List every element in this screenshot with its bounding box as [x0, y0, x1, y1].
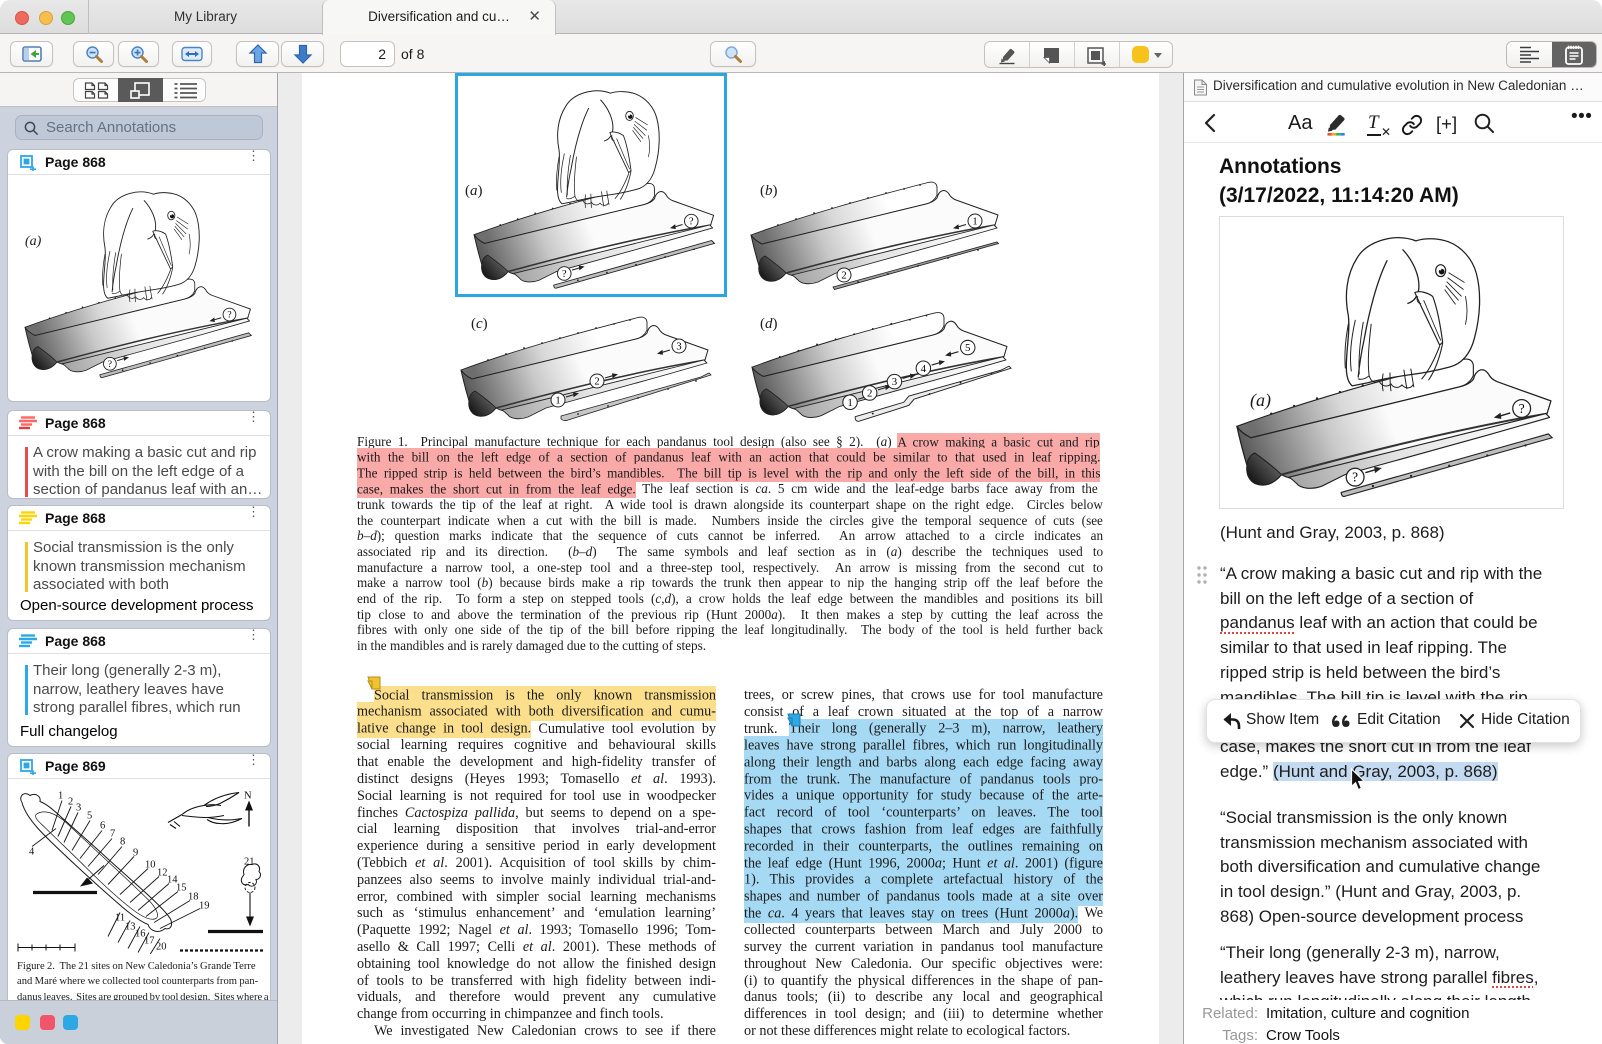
- svg-text:13: 13: [125, 922, 136, 933]
- svg-text:3: 3: [76, 803, 81, 814]
- svg-text:17: 17: [144, 936, 155, 947]
- svg-text:1: 1: [847, 397, 852, 409]
- svg-text:?: ?: [108, 359, 112, 370]
- svg-text:8: 8: [120, 837, 125, 848]
- svg-text:5: 5: [965, 342, 970, 354]
- svg-text:1: 1: [58, 791, 63, 802]
- svg-text:18: 18: [188, 892, 199, 903]
- svg-text:?: ?: [227, 310, 231, 321]
- svg-text:7: 7: [110, 829, 115, 840]
- svg-text:4: 4: [921, 363, 927, 375]
- svg-text:2: 2: [594, 377, 599, 388]
- svg-text:?: ?: [1519, 401, 1525, 416]
- svg-text:10: 10: [145, 860, 156, 871]
- svg-text:3: 3: [676, 342, 681, 353]
- svg-text:4: 4: [29, 847, 35, 858]
- svg-text:1: 1: [555, 396, 560, 407]
- svg-text:2: 2: [841, 271, 846, 282]
- svg-text:6: 6: [100, 821, 105, 832]
- svg-text:15: 15: [176, 883, 187, 894]
- svg-text:N: N: [244, 791, 252, 802]
- svg-text:19: 19: [199, 901, 210, 912]
- svg-text:?: ?: [1352, 470, 1358, 485]
- svg-text:2: 2: [68, 797, 73, 808]
- svg-text:3: 3: [892, 376, 897, 388]
- svg-text:9: 9: [133, 848, 138, 859]
- svg-text:11: 11: [115, 913, 125, 924]
- svg-text:20: 20: [156, 942, 167, 953]
- svg-text:2: 2: [867, 388, 872, 400]
- svg-text:12: 12: [157, 868, 168, 879]
- svg-text:1: 1: [972, 217, 977, 228]
- svg-text:5: 5: [87, 811, 92, 822]
- svg-text:21: 21: [244, 857, 255, 868]
